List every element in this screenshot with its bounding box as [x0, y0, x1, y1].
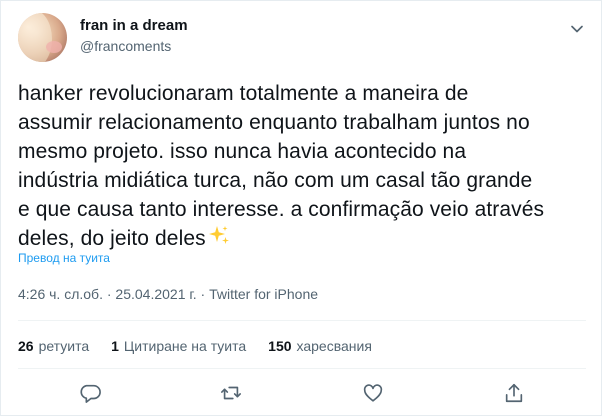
- divider: [18, 368, 586, 369]
- likes-count: 150: [268, 338, 292, 354]
- tweet-stats: 26 ретуита 1 Цитиране на туита 150 харесван…: [18, 338, 394, 354]
- share-icon[interactable]: [503, 382, 525, 404]
- likes-stat[interactable]: 150 харесвания: [268, 338, 372, 354]
- translate-link[interactable]: Превод на туита: [18, 251, 110, 265]
- tweet-line: hanker revolucionaram totalmente a manei…: [18, 82, 469, 105]
- retweets-stat[interactable]: 26 ретуита: [18, 338, 89, 354]
- quotes-count: 1: [111, 338, 119, 354]
- retweets-count: 26: [18, 338, 34, 354]
- likes-label: харесвания: [296, 338, 372, 354]
- like-icon[interactable]: [362, 382, 384, 404]
- author-handle[interactable]: @francoments: [80, 38, 171, 54]
- tweet-line: mesmo projeto. isso nunca havia aconteci…: [18, 140, 467, 163]
- avatar-hair: [18, 13, 52, 62]
- divider: [18, 320, 586, 321]
- retweet-icon[interactable]: [220, 382, 242, 404]
- tweet-line: assumir relacionamento enquanto trabalha…: [18, 111, 530, 134]
- quotes-stat[interactable]: 1 Цитиране на туита: [111, 338, 246, 354]
- tweet-text: hanker revolucionaram totalmente a manei…: [18, 79, 593, 256]
- tweet-meta[interactable]: 4:26 ч. сл.об. · 25.04.2021 г. · Twitter…: [18, 286, 318, 302]
- quotes-label: Цитиране на туита: [123, 338, 247, 354]
- chevron-down-icon[interactable]: [567, 19, 587, 39]
- avatar-cheek: [46, 41, 62, 53]
- tweet-line: e que causa tanto interesse. a confirmaç…: [18, 198, 545, 221]
- retweets-label: ретуита: [38, 338, 90, 354]
- sparkles-emoji: [207, 224, 231, 256]
- reply-icon[interactable]: [79, 382, 101, 404]
- tweet-line: indústria midiática turca, não com um ca…: [18, 169, 533, 192]
- tweet-card: fran in a dream @francoments hanker revo…: [0, 0, 602, 416]
- action-bar: [1, 382, 602, 406]
- author-name[interactable]: fran in a dream: [80, 17, 188, 34]
- avatar[interactable]: [18, 13, 67, 62]
- tweet-line: deles, do jeito deles: [18, 227, 206, 250]
